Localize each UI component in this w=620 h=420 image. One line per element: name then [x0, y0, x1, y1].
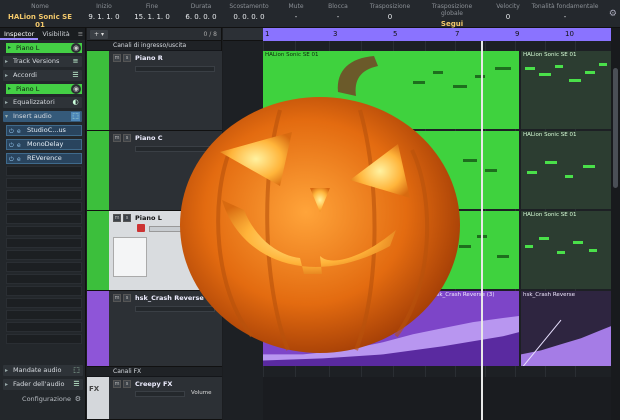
solo-button[interactable]: s: [123, 134, 131, 142]
section-chords[interactable]: Accordi☰: [3, 70, 82, 81]
insert-slot-empty[interactable]: [6, 178, 82, 188]
edit-icon[interactable]: e: [17, 141, 21, 150]
insert-slot-empty[interactable]: [6, 226, 82, 236]
info-name[interactable]: Nome HALion Sonic SE 01: [2, 3, 78, 29]
cubase-window: Nome HALion Sonic SE 01 Inizio 9. 1. 1. 0 …: [0, 0, 620, 420]
edit-instrument-icon[interactable]: ◉: [71, 43, 81, 53]
track-color-strip: FX: [87, 377, 109, 419]
inspector-track-name[interactable]: Piano L◉: [6, 43, 82, 53]
inspector-channel-name[interactable]: Piano L◉: [6, 84, 82, 94]
inspector-panel: Inspector Visibilità ≡ Piano L◉ Track Ve…: [0, 28, 86, 420]
insert-slot-empty[interactable]: [6, 286, 82, 296]
inspector-tabs: Inspector Visibilità ≡: [0, 28, 85, 40]
info-transpose[interactable]: Trasposizione 0: [362, 3, 418, 21]
vertical-scrollbar[interactable]: [611, 28, 620, 420]
menu-icon[interactable]: ≡: [74, 28, 87, 40]
track-name[interactable]: Piano R: [135, 54, 163, 62]
power-icon[interactable]: ⏻: [9, 141, 14, 150]
section-equalizers[interactable]: Equalizzatori◐: [3, 97, 82, 108]
solo-button[interactable]: s: [123, 54, 131, 62]
solo-button[interactable]: s: [123, 214, 131, 222]
mute-button[interactable]: m: [113, 294, 121, 302]
audio-event[interactable]: hsk_Crash Reverse: [521, 291, 611, 366]
power-icon[interactable]: ⏻: [9, 155, 14, 164]
gear-icon[interactable]: ⚙: [75, 394, 81, 405]
edit-icon[interactable]: e: [17, 155, 21, 164]
menu-icon[interactable]: ≡: [71, 57, 80, 66]
insert-slot-empty[interactable]: [6, 202, 82, 212]
info-line: Nome HALion Sonic SE 01 Inizio 9. 1. 1. 0 …: [0, 0, 620, 29]
track-color-strip: [87, 51, 109, 130]
power-icon[interactable]: ⏻: [9, 127, 14, 136]
midi-part[interactable]: HALion Sonic SE 01: [521, 131, 611, 209]
selected-track-count: 0 / 8: [203, 31, 217, 38]
info-lock[interactable]: Blocca -: [318, 3, 358, 21]
insert-slot-empty[interactable]: [6, 190, 82, 200]
gear-icon[interactable]: ⚙: [609, 9, 617, 19]
section-insert-audio[interactable]: Insert audio⬚: [3, 111, 82, 122]
info-start[interactable]: Inizio 9. 1. 1. 0: [82, 3, 126, 21]
record-enable-button[interactable]: [137, 224, 145, 232]
track-name[interactable]: Creepy FX: [135, 380, 172, 388]
folder-fx-channels[interactable]: Canali FX: [87, 367, 222, 377]
insert-slot-empty[interactable]: [6, 250, 82, 260]
info-global-transpose[interactable]: Trasposizione globale Segui: [420, 3, 484, 28]
tab-inspector[interactable]: Inspector: [0, 28, 39, 40]
info-velocity[interactable]: Velocity 0: [488, 3, 528, 21]
edit-channel-icon[interactable]: ◉: [71, 84, 81, 94]
info-offset[interactable]: Scostamento 0. 0. 0. 0: [226, 3, 272, 21]
insert-slot-empty[interactable]: [6, 298, 82, 308]
insert-slot-empty[interactable]: [6, 262, 82, 272]
mute-button[interactable]: m: [113, 214, 121, 222]
midi-part[interactable]: HALion Sonic SE 01: [521, 211, 611, 289]
sends-icon[interactable]: ⬚: [72, 366, 81, 375]
edit-icon[interactable]: e: [17, 127, 21, 136]
bypass-icon[interactable]: ⬚: [71, 112, 80, 121]
mute-button[interactable]: m: [113, 134, 121, 142]
scroll-thumb[interactable]: [613, 68, 618, 188]
insert-slot-3[interactable]: ⏻ e REVerence: [6, 153, 82, 164]
add-track-button[interactable]: + ▾: [90, 30, 108, 39]
track-color-strip: [87, 211, 109, 290]
mute-button[interactable]: m: [113, 380, 121, 388]
insert-slot-2[interactable]: ⏻ e MonoDelay: [6, 139, 82, 150]
configuration-row[interactable]: Configurazione ⚙: [3, 394, 83, 405]
track-color-strip: [87, 291, 109, 366]
insert-slot-empty[interactable]: [6, 274, 82, 284]
track-color-strip: [87, 131, 109, 210]
lane-creepy-fx: [263, 377, 611, 420]
insert-slot-empty[interactable]: [6, 214, 82, 224]
info-mute[interactable]: Mute -: [276, 3, 316, 21]
fader-icon: ☰: [73, 380, 80, 388]
chords-icon: ☰: [72, 71, 79, 79]
section-track-versions[interactable]: Track Versions≡: [3, 56, 82, 67]
track-creepy-fx[interactable]: FX m s Creepy FX Volume: [87, 377, 222, 420]
volume-label[interactable]: Volume: [191, 390, 211, 396]
waveform: [521, 319, 611, 366]
section-sends[interactable]: Mandate audio⬚: [3, 365, 83, 376]
insert-slot-1[interactable]: ⏻ e StudioC...us: [6, 125, 82, 136]
playhead-cursor[interactable]: [481, 41, 483, 420]
insert-slot-empty[interactable]: [6, 322, 82, 332]
instrument-thumbnail: [113, 237, 147, 277]
section-fader[interactable]: Fader dell'audio☰: [3, 379, 83, 390]
solo-button[interactable]: s: [123, 294, 131, 302]
info-length[interactable]: Durata 6. 0. 0. 0: [178, 3, 224, 21]
info-end[interactable]: Fine 15. 1. 1. 0: [128, 3, 176, 21]
track-name[interactable]: Piano L: [135, 214, 162, 222]
solo-button[interactable]: s: [123, 380, 131, 388]
eq-icon: ◐: [72, 98, 79, 106]
insert-slot-empty[interactable]: [6, 238, 82, 248]
tab-visibility[interactable]: Visibilità: [38, 28, 73, 40]
insert-slot-empty[interactable]: [6, 166, 82, 176]
info-root-key[interactable]: Tonalità fondamentale -: [530, 3, 600, 21]
jack-o-lantern-image: [180, 56, 460, 353]
insert-slot-empty[interactable]: [6, 334, 82, 344]
midi-part[interactable]: HALion Sonic SE 01: [521, 51, 611, 129]
insert-slot-empty[interactable]: [6, 310, 82, 320]
track-controls[interactable]: [135, 391, 185, 397]
track-name[interactable]: Piano C: [135, 134, 163, 142]
mute-button[interactable]: m: [113, 54, 121, 62]
